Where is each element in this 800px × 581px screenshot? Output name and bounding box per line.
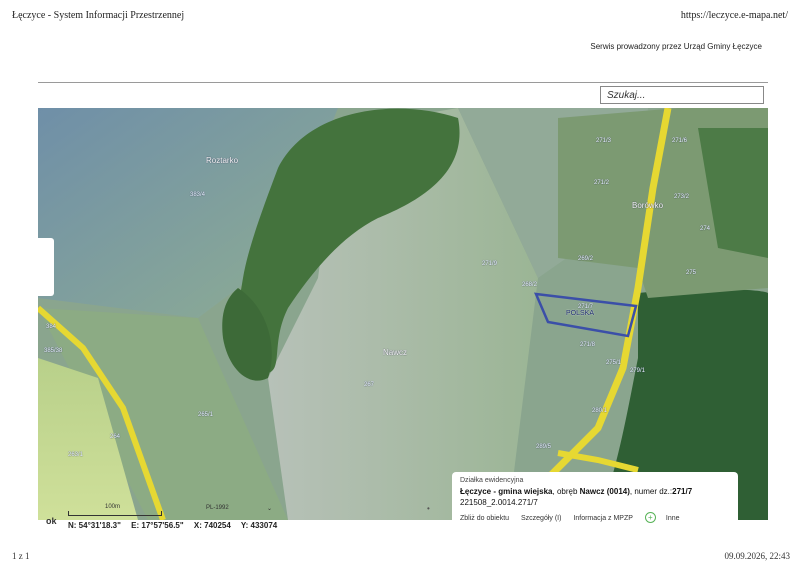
header-rule [38,82,768,83]
parcel-label: 263/1 [68,452,84,458]
parcel-place: Łęczyce - gmina wiejska [460,487,553,496]
panel-heading: Działka ewidencyjna [460,477,524,484]
map-side-tab[interactable] [38,238,54,296]
parcel-label: 275/1 [606,360,622,366]
parcel-number: 271/7 [672,487,693,496]
parcel-middle: , obręb [552,487,580,496]
coord-n: N: 54°31'18.3" [68,521,121,530]
scale-label: 100m [105,504,121,510]
page-header-url: https://leczyce.e-mapa.net/ [680,10,788,21]
details-link[interactable]: Szczegóły (I) [521,515,561,522]
parcel-label: 269/2 [578,256,594,262]
place-label-borowko: Borówko [632,201,664,210]
parcel-info-panel: Działka ewidencyjna Łęczyce - gmina wiej… [452,472,738,530]
place-label-nawcz: Nawcz [383,348,408,357]
parcel-label: 268/2 [522,282,538,288]
parcel-precinct: Nawcz (0014) [579,487,630,496]
map-pin-icon: • [427,504,430,513]
parcel-label: 265/1 [198,412,214,418]
panel-links: Zbliż do obiektu Szczegóły (I) Informacj… [460,512,730,523]
plus-icon[interactable]: + [644,512,656,523]
parcel-description: Łęczyce - gmina wiejska, obręb Nawcz (00… [460,487,730,496]
parcel-label: 275 [686,270,697,276]
parcel-label: 384 [46,324,57,330]
scale-bar [68,511,162,516]
orthophoto-map[interactable] [38,108,768,520]
other-link[interactable]: Inne [666,515,680,522]
parcel-label: 271/6 [672,138,688,144]
print-datetime: 09.09.2026, 22:43 [724,551,790,561]
zoom-to-object-link[interactable]: Zbliż do obiektu [460,515,509,522]
service-note: Serwis prowadzony przez Urząd Gminy Łęcz… [590,42,762,51]
parcel-label: 279/1 [630,368,646,374]
page-counter: 1 z 1 [12,551,30,561]
parcel-label: 271/3 [596,138,612,144]
page-header-title: Łęczyce - System Informacji Przestrzenne… [12,10,185,21]
coord-e: E: 17°57'56.5" [131,521,184,530]
coord-x: X: 740254 [193,521,231,530]
selected-parcel-label: POLSKA [566,310,595,317]
parcel-label: 273/2 [674,194,690,200]
parcel-label: 271/8 [580,342,596,348]
search-input[interactable]: Szukaj... [600,86,764,104]
parcel-label: 385/38 [44,348,63,354]
map-view[interactable]: Roztarko Nawcz Borówko 383/4 271/9 271/3… [38,108,768,520]
ok-button[interactable]: ok [46,516,57,526]
parcel-number-prefix: , numer dz.: [629,487,673,496]
parcel-label: 274 [700,226,711,232]
parcel-label: 280/1 [592,408,608,414]
parcel-label: 271/9 [482,261,498,267]
parcel-label: 271/2 [594,180,610,186]
parcel-label: 383/4 [190,192,206,198]
parcel-label: 267 [364,382,375,388]
coord-y: Y: 433074 [240,521,278,530]
crs-value: PL-1992 [206,505,229,511]
chevron-down-icon: ⌄ [266,506,272,512]
crs-select[interactable]: PL-1992 ⌄ [206,505,272,515]
coordinate-readout: N: 54°31'18.3" E: 17°57'56.5" X: 740254 … [68,521,285,530]
place-label-roztarko: Roztarko [206,156,239,165]
parcel-label: 289/5 [536,444,552,450]
mpzp-info-link[interactable]: Informacja z MPZP [573,515,633,522]
parcel-label: 264 [110,434,121,440]
parcel-identifier: 221508_2.0014.271/7 [460,498,538,507]
